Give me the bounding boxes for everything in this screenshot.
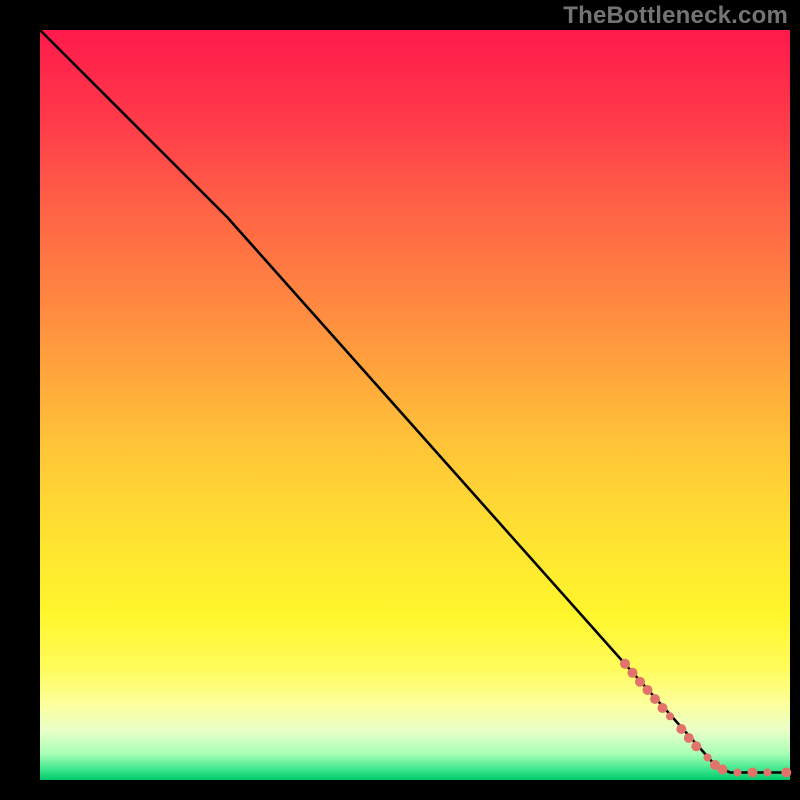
watermark-text: TheBottleneck.com <box>563 2 788 30</box>
marker-dot <box>643 685 653 695</box>
marker-dot <box>684 733 694 743</box>
marker-dot <box>781 768 791 778</box>
marker-dot <box>628 668 638 678</box>
marker-dot <box>666 712 674 720</box>
marker-dot <box>620 659 630 669</box>
marker-dot <box>676 724 686 734</box>
marker-dot <box>691 741 701 751</box>
marker-dot <box>718 765 728 775</box>
chart-svg <box>0 0 800 800</box>
marker-dot <box>734 769 742 777</box>
marker-dot <box>635 677 645 687</box>
marker-dot <box>704 754 712 762</box>
marker-dot <box>658 703 668 713</box>
marker-dot <box>748 768 758 778</box>
marker-dot <box>764 769 772 777</box>
chart-stage: TheBottleneck.com <box>0 0 800 800</box>
marker-dot <box>650 694 660 704</box>
